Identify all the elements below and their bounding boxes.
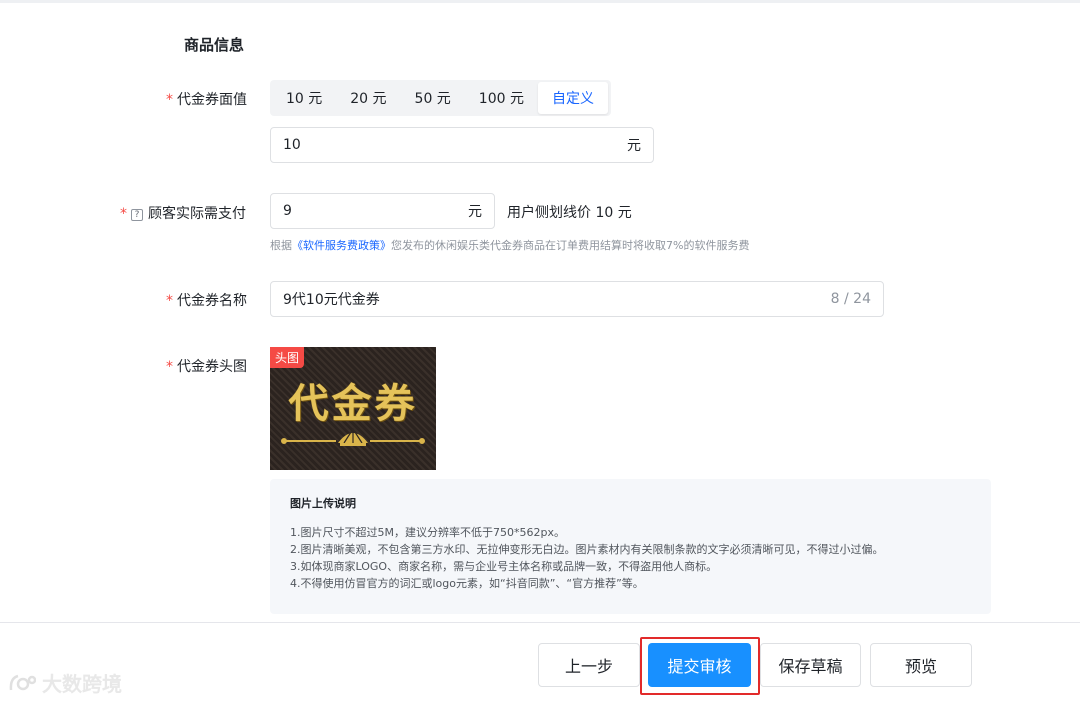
face-value-option-50[interactable]: 50 元 — [401, 82, 465, 114]
coupon-cover-image[interactable]: 头图 代金券 — [270, 347, 436, 470]
preview-button[interactable]: 预览 — [870, 643, 972, 687]
strike-price-note: 用户侧划线价 10 元 — [507, 205, 632, 221]
top-divider — [0, 0, 1080, 3]
required-mark: * — [166, 359, 173, 375]
hint-prefix: 根据 — [270, 239, 292, 252]
required-mark: * — [120, 206, 127, 222]
char-counter: 8 / 24 — [830, 291, 871, 307]
face-value-label-text: 代金券面值 — [177, 92, 247, 108]
submit-review-button[interactable]: 提交审核 — [648, 643, 751, 687]
face-value-input-value: 10 — [283, 137, 301, 153]
face-value-option-20[interactable]: 20 元 — [336, 82, 400, 114]
coupon-name-input[interactable]: 9代10元代金券 8 / 24 — [270, 281, 884, 317]
notice-line: 2.图片清晰美观，不包含第三方水印、无拉伸变形无白边。图片素材内有关限制条款的文… — [290, 543, 884, 556]
face-value-input-suffix: 元 — [627, 138, 641, 154]
required-mark: * — [166, 92, 173, 108]
save-draft-button[interactable]: 保存草稿 — [760, 643, 861, 687]
notice-title: 图片上传说明 — [290, 497, 356, 510]
name-label: * 代金券名称 — [166, 290, 247, 310]
pay-input-suffix: 元 — [468, 204, 482, 220]
face-value-option-100[interactable]: 100 元 — [465, 82, 538, 114]
policy-link[interactable]: 《软件服务费政策》 — [292, 239, 391, 252]
face-value-option-10[interactable]: 10 元 — [272, 82, 336, 114]
watermark-icon — [9, 674, 36, 690]
image-text: 代金券 — [288, 380, 418, 427]
service-fee-hint: 根据《软件服务费政策》您发布的休闲娱乐类代金券商品在订单费用结算时将收取7%的软… — [270, 237, 749, 253]
pay-input-value: 9 — [283, 203, 292, 219]
notice-line: 1.图片尺寸不超过5M，建议分辨率不低于750*562px。 — [290, 526, 565, 539]
section-title: 商品信息 — [184, 36, 245, 54]
face-value-option-custom[interactable]: 自定义 — [537, 82, 608, 114]
notice-line: 4.不得使用仿冒官方的词汇或logo元素，如“抖音同款”、“官方推荐”等。 — [290, 577, 644, 590]
pay-input[interactable]: 9 元 — [270, 193, 495, 229]
coupon-name-value: 9代10元代金券 — [283, 292, 380, 308]
help-icon[interactable]: ? — [131, 209, 143, 221]
face-value-selector: 10 元 20 元 50 元 100 元 自定义 — [270, 80, 611, 116]
watermark-logo: 大数跨境 — [8, 668, 122, 697]
face-value-input[interactable]: 10 元 — [270, 127, 654, 163]
watermark-text: 大数跨境 — [42, 672, 122, 696]
image-label: * 代金券头图 — [166, 356, 247, 376]
pay-label: *? 顾客实际需支付 — [120, 203, 246, 223]
image-label-text: 代金券头图 — [177, 359, 247, 375]
prev-step-button[interactable]: 上一步 — [538, 643, 640, 687]
pay-label-text: 顾客实际需支付 — [148, 206, 246, 222]
required-mark: * — [166, 293, 173, 309]
cover-tag: 头图 — [270, 347, 305, 368]
hint-suffix: 您发布的休闲娱乐类代金券商品在订单费用结算时将收取7%的软件服务费 — [391, 239, 750, 252]
ornament-icon — [281, 427, 425, 446]
notice-line: 3.如体现商家LOGO、商家名称，需与企业号主体名称或品牌一致，不得盗用他人商标… — [290, 560, 718, 573]
upload-notice: 图片上传说明 1.图片尺寸不超过5M，建议分辨率不低于750*562px。 2.… — [270, 479, 991, 614]
face-value-label: * 代金券面值 — [166, 89, 247, 109]
name-label-text: 代金券名称 — [177, 293, 247, 309]
